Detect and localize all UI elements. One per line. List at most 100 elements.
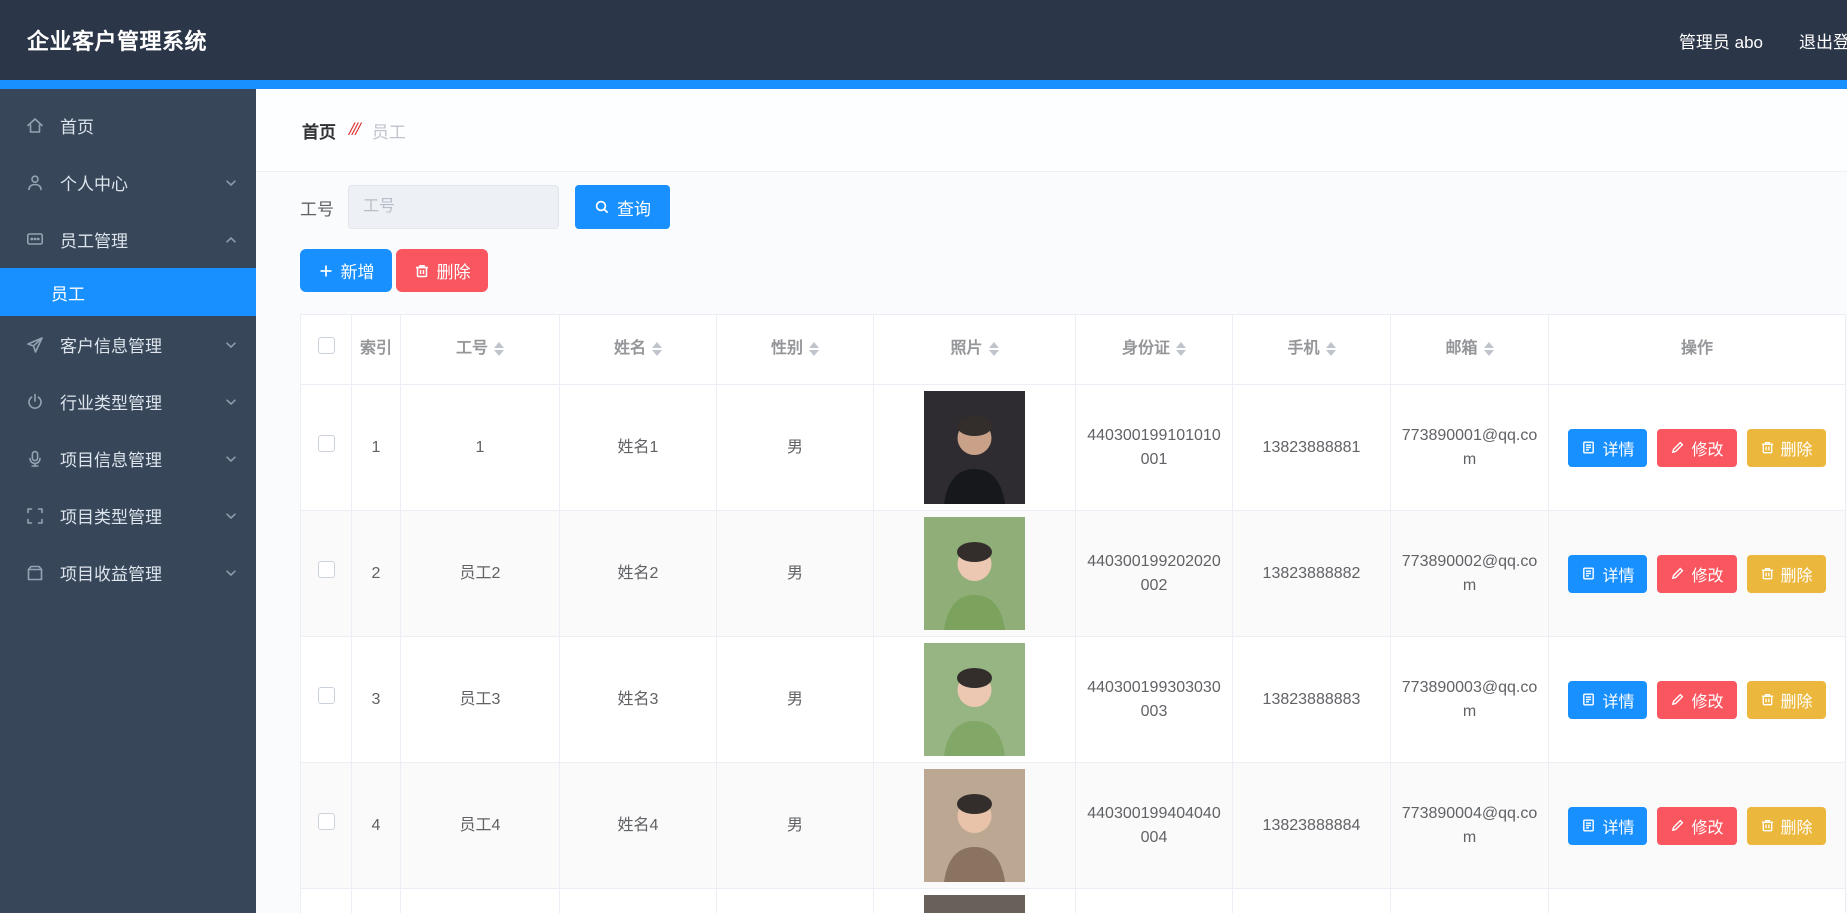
box-icon — [25, 563, 45, 583]
cell-email: 773890004@qq.com — [1390, 762, 1549, 889]
column-header-photo[interactable]: 照片 — [873, 314, 1076, 385]
table-row: 4 员工4 姓名4 男 440300199404040004 138238888… — [300, 762, 1846, 889]
column-header-name[interactable]: 姓名 — [559, 314, 717, 385]
sort-caret-icon — [494, 342, 504, 357]
sidebar-subitem-2-0[interactable]: 员工 — [0, 268, 256, 316]
sidebar-item-7[interactable]: 项目收益管理 — [0, 544, 256, 601]
detail-button[interactable]: 详情 — [1568, 428, 1648, 467]
cell-email: 773890003@qq.com — [1390, 636, 1549, 763]
row-delete-button[interactable]: 删除 — [1746, 554, 1826, 593]
table-row: 3 员工3 姓名3 男 440300199303030003 138238888… — [300, 636, 1846, 763]
row-delete-button[interactable]: 删除 — [1746, 428, 1826, 467]
column-header-id_card[interactable]: 身份证 — [1075, 314, 1233, 385]
pencil-icon — [1670, 692, 1685, 707]
chevron-down-icon — [224, 395, 238, 409]
detail-button[interactable]: 详情 — [1568, 806, 1648, 845]
cell-phone: 13823888884 — [1232, 762, 1391, 889]
column-header-phone[interactable]: 手机 — [1232, 314, 1391, 385]
cell-id-card: 440300199404040004 — [1075, 762, 1233, 889]
sidebar-item-label: 客户信息管理 — [60, 337, 162, 356]
chevron-down-icon — [224, 176, 238, 190]
cell-index: 2 — [351, 510, 401, 637]
cell-id-card: 440300199101010001 — [1075, 384, 1233, 511]
sidebar-item-label: 项目类型管理 — [60, 508, 162, 527]
edit-button[interactable]: 修改 — [1657, 554, 1737, 593]
cell-email: 773890002@qq.com — [1390, 510, 1549, 637]
sidebar-item-4[interactable]: 行业类型管理 — [0, 373, 256, 430]
employee-photo — [924, 895, 1025, 913]
logout-link[interactable]: 退出登录 — [1799, 28, 1847, 53]
document-icon — [1581, 440, 1596, 455]
search-input[interactable] — [348, 185, 559, 229]
cell-email: 773890001@qq.com — [1390, 384, 1549, 511]
sidebar-item-label: 项目收益管理 — [60, 565, 162, 584]
column-header-email[interactable]: 邮箱 — [1390, 314, 1549, 385]
delete-button[interactable]: 删除 — [396, 249, 488, 292]
row-checkbox[interactable] — [317, 435, 335, 452]
trash-icon — [1760, 692, 1775, 707]
row-delete-button[interactable]: 删除 — [1746, 806, 1826, 845]
row-checkbox[interactable] — [317, 687, 335, 704]
search-label: 工号 — [300, 199, 334, 219]
document-icon — [1581, 818, 1596, 833]
sort-caret-icon — [1176, 342, 1186, 357]
employee-table: 索引 工号 姓名 性别 照片 身份证 手机 邮箱 操作 1 1 姓名1 男 44… — [300, 314, 1846, 913]
search-icon — [594, 199, 610, 215]
document-icon — [1581, 566, 1596, 581]
current-user[interactable]: 管理员 abo — [1679, 28, 1763, 53]
breadcrumb-current: 员工 — [371, 122, 406, 142]
cell-phone: 13823888881 — [1232, 384, 1391, 511]
column-header-job_no[interactable]: 工号 — [400, 314, 560, 385]
edit-button[interactable]: 修改 — [1657, 806, 1737, 845]
cell-phone: 13823888882 — [1232, 510, 1391, 637]
employee-photo — [924, 391, 1025, 504]
cell-index: 4 — [351, 762, 401, 889]
cell-index — [351, 888, 401, 913]
sidebar-item-1[interactable]: 个人中心 — [0, 154, 256, 211]
sidebar-item-6[interactable]: 项目类型管理 — [0, 487, 256, 544]
sidebar-item-5[interactable]: 项目信息管理 — [0, 430, 256, 487]
trash-icon — [414, 263, 430, 279]
pencil-icon — [1670, 440, 1685, 455]
sidebar: 首页 个人中心 员工管理 员工 客户信息管理 行业类型管理 项目信息管理 项目类… — [0, 89, 256, 913]
cell-gender: 男 — [716, 384, 874, 511]
topbar-right: 管理员 abo 退出登录 — [1679, 28, 1847, 53]
breadcrumb-home[interactable]: 首页 — [302, 118, 336, 143]
sort-caret-icon — [809, 342, 819, 357]
chevron-up-icon — [224, 233, 238, 247]
row-checkbox[interactable] — [317, 813, 335, 830]
cell-gender: 男 — [716, 762, 874, 889]
employee-photo — [924, 517, 1025, 630]
power-icon — [25, 392, 45, 412]
table-row: 1 1 姓名1 男 440300199101010001 13823888881… — [300, 384, 1846, 511]
column-header-gender[interactable]: 性别 — [716, 314, 874, 385]
sidebar-item-0[interactable]: 首页 — [0, 97, 256, 154]
select-all-checkbox[interactable] — [317, 337, 335, 355]
add-button[interactable]: 新增 — [300, 249, 392, 292]
pencil-icon — [1670, 566, 1685, 581]
cell-gender: 男 — [716, 636, 874, 763]
cell-index: 1 — [351, 384, 401, 511]
detail-button[interactable]: 详情 — [1568, 554, 1648, 593]
employee-photo — [924, 643, 1025, 756]
detail-button[interactable]: 详情 — [1568, 680, 1648, 719]
row-checkbox[interactable] — [317, 561, 335, 578]
chevron-down-icon — [224, 509, 238, 523]
plus-icon — [318, 263, 334, 279]
sort-caret-icon — [988, 342, 999, 357]
sidebar-item-label: 项目信息管理 — [60, 451, 162, 470]
edit-button[interactable]: 修改 — [1657, 428, 1737, 467]
sidebar-item-3[interactable]: 客户信息管理 — [0, 316, 256, 373]
edit-button[interactable]: 修改 — [1657, 680, 1737, 719]
search-form: 工号 查询 — [300, 185, 1847, 229]
row-delete-button[interactable]: 删除 — [1746, 680, 1826, 719]
cell-name: 姓名2 — [559, 510, 717, 637]
cell-id-card: 440300199303030003 — [1075, 636, 1233, 763]
table-row: 详情 修改 删除 — [300, 888, 1846, 913]
query-button[interactable]: 查询 — [575, 185, 670, 229]
sidebar-item-2[interactable]: 员工管理 — [0, 211, 256, 268]
cell-phone — [1232, 888, 1391, 913]
pencil-icon — [1670, 818, 1685, 833]
cell-id-card — [1075, 888, 1233, 913]
app-title: 企业客户管理系统 — [27, 29, 208, 54]
